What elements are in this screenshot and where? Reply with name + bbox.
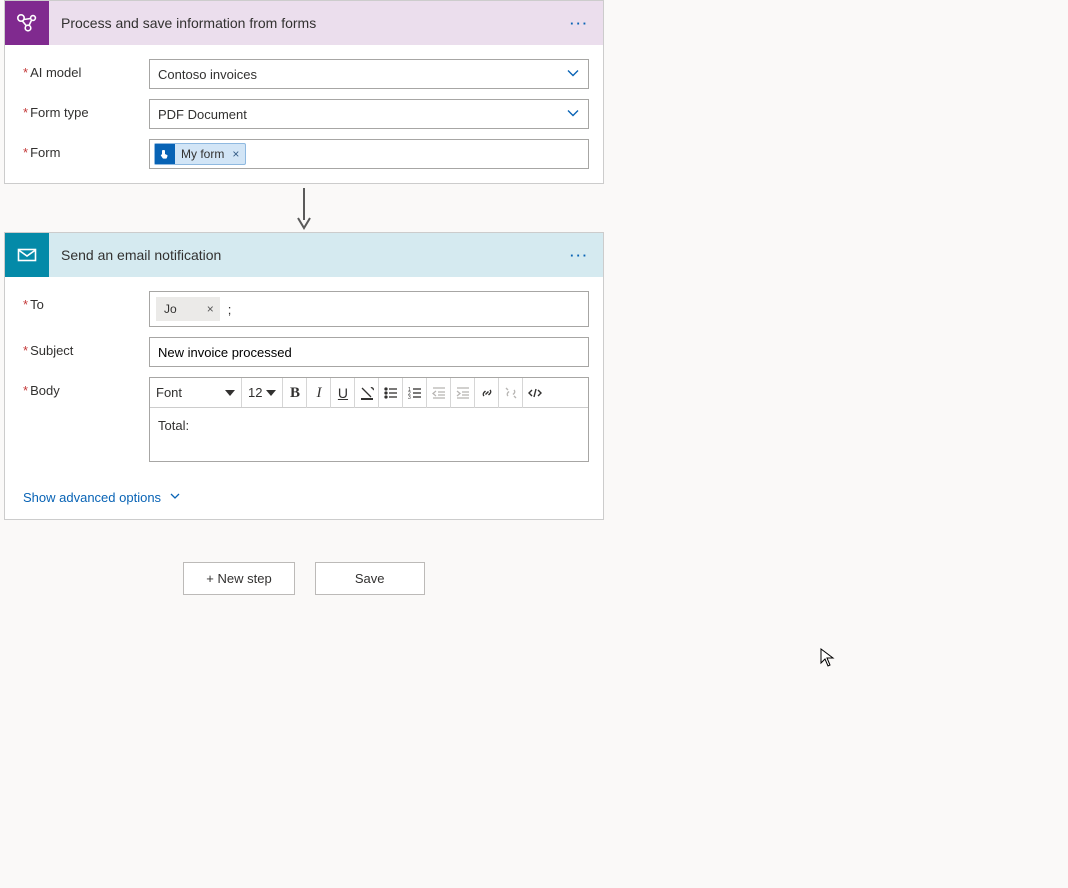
- chevron-down-icon: [566, 106, 580, 123]
- form-type-value: PDF Document: [158, 107, 247, 122]
- step-header[interactable]: Send an email notification ···: [5, 233, 603, 277]
- touch-icon: [155, 144, 175, 164]
- step-body: *AI model Contoso invoices *Form type PD…: [5, 45, 603, 183]
- link-button[interactable]: [475, 378, 499, 408]
- chevron-down-icon: [169, 490, 181, 505]
- to-input[interactable]: Jo × ;: [149, 291, 589, 327]
- form-token-label: My form: [179, 147, 226, 161]
- field-label: *Body: [23, 377, 149, 398]
- underline-button[interactable]: U: [331, 378, 355, 408]
- flow-connector: [4, 184, 604, 232]
- subject-input[interactable]: [149, 337, 589, 367]
- recipient-chip: Jo ×: [156, 297, 220, 321]
- mouse-cursor-icon: [820, 648, 836, 671]
- step-card-process-forms: Process and save information from forms …: [4, 0, 604, 184]
- ai-model-select[interactable]: Contoso invoices: [149, 59, 589, 89]
- field-form: *Form My form ×: [23, 139, 589, 169]
- new-step-button[interactable]: + New step: [183, 562, 294, 595]
- italic-button[interactable]: I: [307, 378, 331, 408]
- form-input[interactable]: My form ×: [149, 139, 589, 169]
- unlink-button[interactable]: [499, 378, 523, 408]
- bullet-list-button[interactable]: [379, 378, 403, 408]
- step-title: Send an email notification: [49, 247, 564, 263]
- remove-recipient-button[interactable]: ×: [177, 302, 214, 316]
- font-size-select[interactable]: 12: [242, 378, 283, 407]
- body-content[interactable]: Total:: [150, 408, 588, 461]
- chevron-down-icon: [566, 66, 580, 83]
- editor-toolbar: Font 12 B I U: [150, 378, 588, 408]
- svg-text:3: 3: [408, 395, 411, 401]
- indent-button[interactable]: [451, 378, 475, 408]
- show-advanced-options[interactable]: Show advanced options: [5, 476, 603, 519]
- field-label: *Form type: [23, 99, 149, 120]
- remove-token-button[interactable]: ×: [226, 147, 245, 161]
- field-label: *AI model: [23, 59, 149, 80]
- step-header[interactable]: Process and save information from forms …: [5, 1, 603, 45]
- step-title: Process and save information from forms: [49, 15, 564, 31]
- caret-down-icon: [266, 390, 276, 396]
- body-editor: Font 12 B I U: [149, 377, 589, 462]
- form-token: My form ×: [154, 143, 246, 165]
- caret-down-icon: [225, 390, 235, 396]
- recipient-separator: ;: [224, 302, 232, 317]
- field-subject: *Subject: [23, 337, 589, 367]
- step-card-send-email: Send an email notification ··· *To Jo × …: [4, 232, 604, 520]
- step-menu-button[interactable]: ···: [564, 12, 595, 35]
- outdent-button[interactable]: [427, 378, 451, 408]
- field-label: *Form: [23, 139, 149, 160]
- field-label: *Subject: [23, 337, 149, 358]
- mail-icon: [5, 233, 49, 277]
- ai-model-value: Contoso invoices: [158, 67, 257, 82]
- recipient-chip-text: Jo: [164, 302, 177, 316]
- step-body: *To Jo × ; *Subject *Body: [5, 277, 603, 476]
- save-button[interactable]: Save: [315, 562, 425, 595]
- number-list-button[interactable]: 123: [403, 378, 427, 408]
- field-form-type: *Form type PDF Document: [23, 99, 589, 129]
- form-type-select[interactable]: PDF Document: [149, 99, 589, 129]
- field-body: *Body Font 12 B I U: [23, 377, 589, 462]
- font-color-button[interactable]: [355, 378, 379, 408]
- field-label: *To: [23, 291, 149, 312]
- field-to: *To Jo × ;: [23, 291, 589, 327]
- code-view-button[interactable]: [523, 378, 547, 408]
- field-ai-model: *AI model Contoso invoices: [23, 59, 589, 89]
- ai-builder-icon: [5, 1, 49, 45]
- bold-button[interactable]: B: [283, 378, 307, 408]
- footer-actions: + New step Save: [4, 562, 604, 595]
- step-menu-button[interactable]: ···: [564, 244, 595, 267]
- font-family-select[interactable]: Font: [150, 378, 242, 407]
